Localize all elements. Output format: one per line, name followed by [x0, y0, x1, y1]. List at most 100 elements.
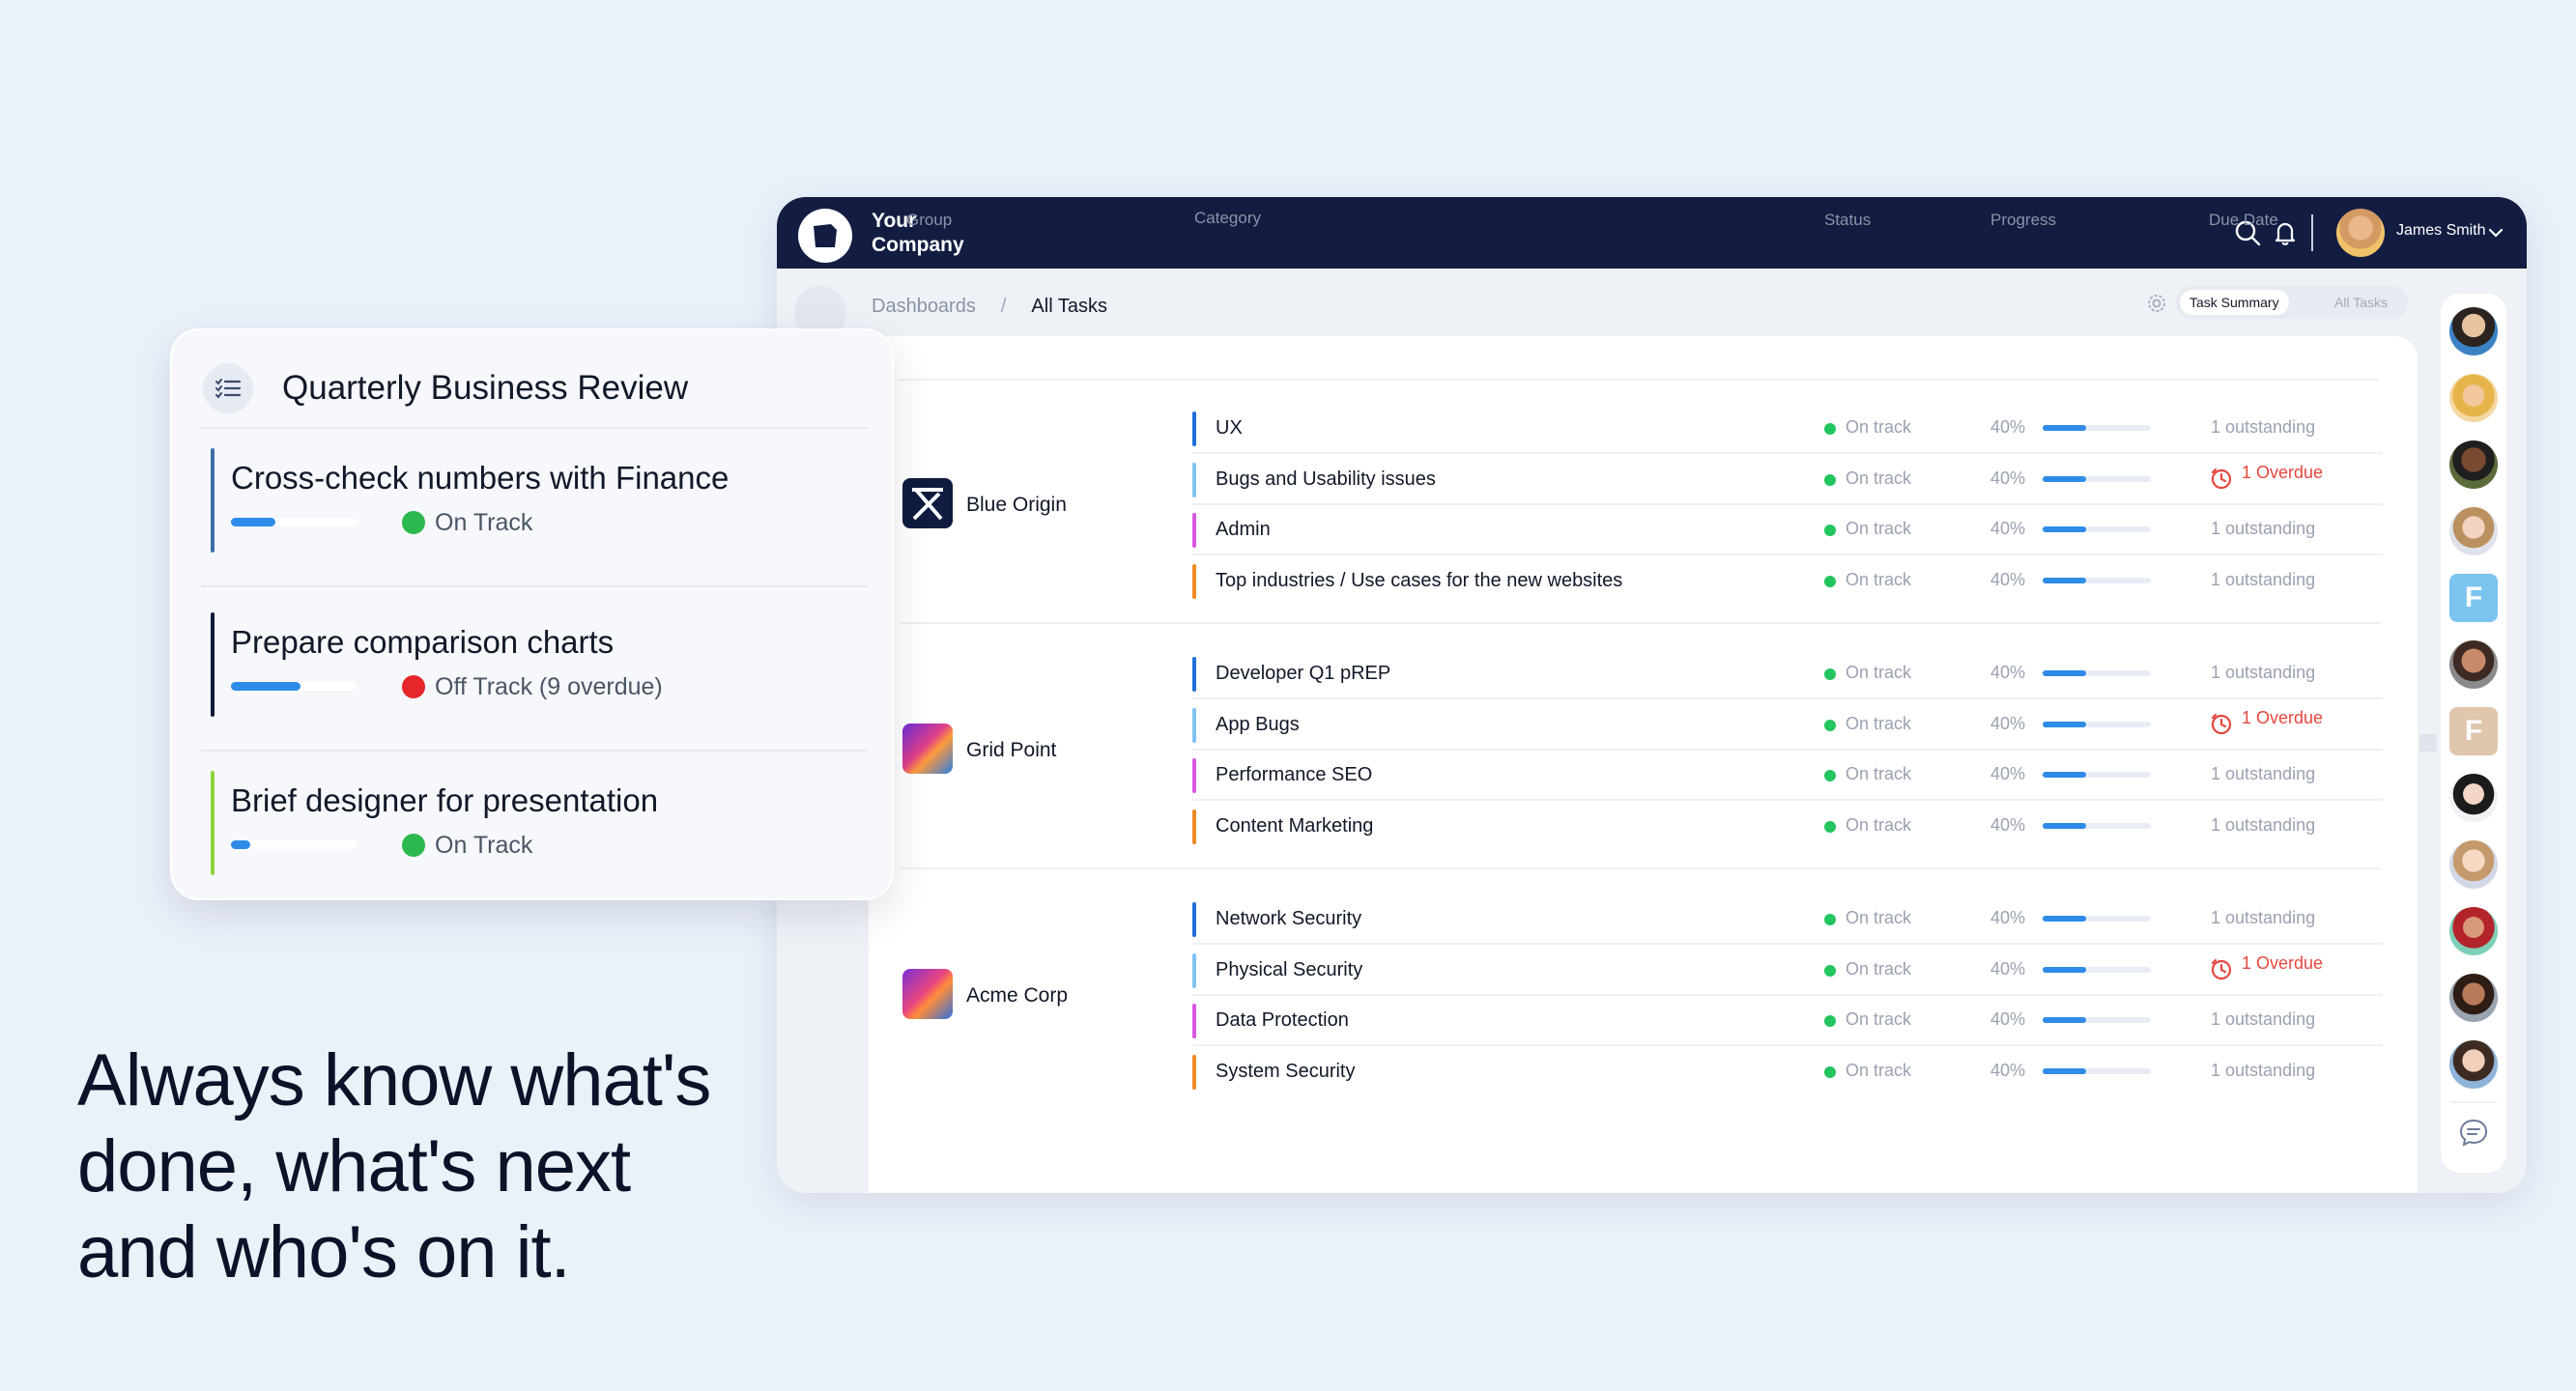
team-member-avatar[interactable]: [2449, 374, 2498, 422]
progress-percent: 40%: [1990, 519, 2026, 538]
category-label[interactable]: Network Security: [1216, 908, 1361, 930]
table-row[interactable]: Network Security On track 40% 1 outstanding: [1192, 894, 2383, 945]
progress-percent: 40%: [1990, 713, 2026, 733]
group-divider: [901, 622, 2381, 624]
scrollbar[interactable]: [2419, 734, 2437, 752]
overdue-label: 1 Overdue: [2242, 462, 2324, 482]
group-logo: [902, 724, 953, 774]
team-member-avatar[interactable]: [2449, 974, 2498, 1022]
status-dot: [1824, 820, 1836, 833]
task-progress-fill: [231, 682, 301, 691]
view-toggle: Task Summary All Tasks: [2176, 286, 2408, 319]
user-avatar[interactable]: [2336, 209, 2385, 257]
category-label[interactable]: App Bugs: [1216, 714, 1300, 736]
category-label[interactable]: Content Marketing: [1216, 815, 1373, 837]
status-dot: [1824, 575, 1836, 587]
due-label: 1 outstanding: [2211, 519, 2316, 538]
user-name[interactable]: James Smith: [2396, 222, 2485, 240]
status-label: On track: [1846, 814, 1912, 835]
task-color-bar: [211, 448, 215, 553]
status-dot: [1824, 1065, 1836, 1078]
group-name[interactable]: Blue Origin: [966, 494, 1067, 517]
progress-bar: [2043, 475, 2151, 482]
card-divider: [201, 585, 868, 587]
table-row[interactable]: Physical Security On track 40% 1 Overdue: [1192, 946, 2383, 996]
team-member-avatar[interactable]: [2449, 640, 2498, 689]
quarterly-review-card: Quarterly Business Review Cross-check nu…: [170, 328, 894, 900]
task-title[interactable]: Prepare comparison charts: [231, 624, 614, 661]
table-row[interactable]: Bugs and Usability issues On track 40% 1 Ov…: [1192, 455, 2383, 505]
team-member-avatar[interactable]: [2449, 440, 2498, 489]
progress-bar-fill: [2043, 1067, 2086, 1074]
company-logo[interactable]: [798, 209, 852, 263]
progress-percent: 40%: [1990, 417, 2026, 437]
progress-bar-fill: [2043, 721, 2086, 727]
card-divider: [201, 750, 868, 752]
table-row[interactable]: Top industries / Use cases for the new w…: [1192, 556, 2381, 607]
status-dot: [1824, 668, 1836, 680]
column-header-progress[interactable]: Progress: [1990, 211, 2056, 230]
progress-percent: 40%: [1990, 468, 2026, 488]
table-row[interactable]: UX On track 40% 1 outstanding: [1192, 404, 2383, 454]
due-label: 1 outstanding: [2211, 814, 2316, 835]
category-label[interactable]: Performance SEO: [1216, 764, 1372, 786]
team-member-avatar[interactable]: [2449, 907, 2498, 955]
table-row[interactable]: Admin On track 40% 1 outstanding: [1192, 505, 2383, 555]
category-color-bar: [1192, 657, 1196, 692]
task-title[interactable]: Brief designer for presentation: [231, 782, 658, 819]
category-color-bar: [1192, 952, 1196, 988]
category-label[interactable]: UX: [1216, 417, 1243, 440]
task-color-bar: [211, 612, 215, 717]
team-member-avatar[interactable]: [2449, 307, 2498, 355]
table-row[interactable]: Developer Q1 pREP On track 40% 1 outstandin…: [1192, 649, 2383, 699]
category-label[interactable]: Data Protection: [1216, 1009, 1349, 1032]
progress-bar: [2043, 966, 2151, 973]
tab-all-tasks[interactable]: All Tasks: [2334, 286, 2388, 319]
status-label: On track: [1846, 663, 1912, 682]
chevron-down-icon[interactable]: [2487, 224, 2504, 241]
comments-icon[interactable]: [2457, 1117, 2490, 1150]
progress-percent: 40%: [1990, 908, 2026, 927]
category-label[interactable]: Bugs and Usability issues: [1216, 468, 1436, 491]
team-member-avatar[interactable]: [2449, 774, 2498, 822]
table-row[interactable]: Performance SEO On track 40% 1 outstanding: [1192, 751, 2383, 801]
progress-bar: [2043, 577, 2151, 583]
team-member-initial[interactable]: F: [2449, 574, 2498, 622]
progress-bar-fill: [2043, 526, 2086, 532]
progress-bar: [2043, 526, 2151, 532]
column-header-due-date[interactable]: Due Date: [2209, 211, 2278, 230]
group-name[interactable]: Grid Point: [966, 739, 1056, 762]
team-member-initial[interactable]: F: [2449, 707, 2498, 755]
team-member-avatar[interactable]: [2449, 840, 2498, 889]
category-label[interactable]: Top industries / Use cases for the new w…: [1216, 570, 1622, 592]
category-color-bar: [1192, 462, 1196, 497]
task-title[interactable]: Cross-check numbers with Finance: [231, 460, 729, 497]
category-label[interactable]: Admin: [1216, 519, 1271, 541]
group-name[interactable]: Acme Corp: [966, 984, 1068, 1008]
progress-bar-fill: [2043, 670, 2086, 676]
status-label: On track: [1846, 908, 1912, 927]
progress-percent: 40%: [1990, 663, 2026, 682]
category-label[interactable]: Developer Q1 pREP: [1216, 663, 1390, 685]
status-label: On track: [1846, 1009, 1912, 1029]
column-header-group[interactable]: Group: [906, 211, 952, 230]
breadcrumb-dashboards[interactable]: Dashboards: [872, 296, 976, 317]
column-header-category[interactable]: Category: [1194, 209, 1261, 228]
table-row[interactable]: Content Marketing On track 40% 1 outstandin…: [1192, 802, 2381, 852]
category-label[interactable]: System Security: [1216, 1061, 1355, 1083]
gear-icon[interactable]: [2145, 292, 2168, 315]
team-member-avatar[interactable]: [2449, 507, 2498, 555]
progress-bar-fill: [2043, 966, 2086, 973]
progress-bar: [2043, 721, 2151, 727]
task-status-label: On Track: [435, 509, 533, 536]
table-row[interactable]: System Security On track 40% 1 outstanding: [1192, 1047, 2381, 1097]
tab-task-summary[interactable]: Task Summary: [2180, 290, 2289, 315]
team-member-avatar[interactable]: [2449, 1040, 2498, 1089]
category-label[interactable]: Physical Security: [1216, 959, 1362, 981]
category-color-bar: [1192, 412, 1196, 446]
overdue-clock-icon: [2211, 468, 2232, 489]
column-header-status[interactable]: Status: [1824, 211, 1871, 230]
table-row[interactable]: App Bugs On track 40% 1 Overdue: [1192, 700, 2383, 751]
table-row[interactable]: Data Protection On track 40% 1 outstanding: [1192, 996, 2383, 1046]
status-label: On track: [1846, 468, 1912, 488]
